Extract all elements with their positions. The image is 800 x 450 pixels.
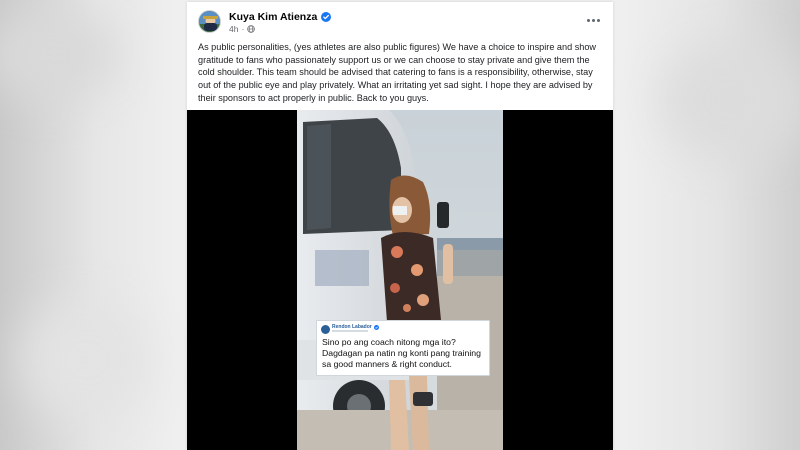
video-frame[interactable]	[297, 110, 503, 450]
verified-badge-icon	[321, 12, 332, 22]
overlay-avatar	[321, 325, 330, 334]
more-options-icon[interactable]	[581, 11, 605, 29]
video-scene	[297, 110, 503, 450]
author-avatar[interactable]	[198, 10, 221, 33]
author-name[interactable]: Kuya Kim Atienza	[229, 11, 317, 23]
overlay-comment-text: Sino po ang coach nitong mga ito? Dagdag…	[322, 337, 481, 369]
meta-separator: ·	[241, 24, 245, 34]
post-meta: 4h ·	[229, 24, 256, 34]
author-row: Kuya Kim Atienza	[229, 11, 332, 23]
overlay-handle-blur	[332, 330, 368, 332]
post-timestamp[interactable]: 4h	[229, 24, 238, 34]
background-blur	[20, 300, 150, 420]
overlay-verified-icon	[373, 324, 379, 330]
post-media[interactable]: Rendon Labador Sino po ang coach nitong …	[187, 110, 613, 450]
comment-screenshot-overlay: Rendon Labador Sino po ang coach nitong …	[316, 320, 490, 376]
background-blur	[0, 10, 120, 100]
background-blur	[660, 40, 800, 160]
facebook-post-card: Kuya Kim Atienza 4h · As public personal…	[187, 2, 613, 450]
post-text: As public personalities, (yes athletes a…	[198, 42, 596, 103]
post-header: Kuya Kim Atienza 4h ·	[187, 2, 613, 38]
globe-icon[interactable]	[247, 25, 256, 33]
